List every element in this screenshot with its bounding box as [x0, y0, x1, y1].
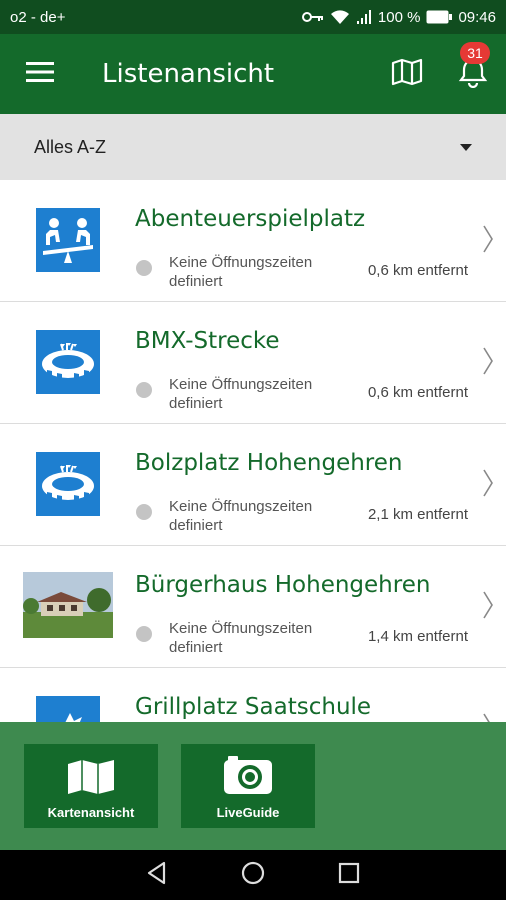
- liveguide-tile[interactable]: LiveGuide: [181, 744, 315, 828]
- status-bar: o2 - de+ 100 % 09:46: [0, 0, 506, 34]
- signal-icon: [356, 9, 372, 25]
- liveguide-label: LiveGuide: [216, 805, 280, 820]
- distance: 1,4 km entfernt: [367, 628, 468, 645]
- sort-dropdown[interactable]: Alles A-Z: [0, 114, 506, 180]
- list-item-title: Bürgerhaus Hohengehren: [135, 572, 431, 598]
- sort-value: Alles A-Z: [34, 136, 107, 157]
- carrier-label: o2 - de+: [10, 8, 66, 26]
- key-icon: [301, 10, 324, 24]
- list-item[interactable]: Abenteuerspielplatz Keine Öffnungszeiten…: [0, 180, 506, 302]
- list-item-title: BMX-Strecke: [135, 328, 280, 354]
- battery-label: 100 %: [377, 8, 421, 26]
- stadium-icon: [36, 330, 100, 394]
- chevron-right-icon: [482, 224, 494, 259]
- poi-list: Abenteuerspielplatz Keine Öffnungszeiten…: [0, 180, 506, 722]
- system-nav-bar: [0, 850, 506, 900]
- map-view-label: Kartenansicht: [47, 805, 135, 820]
- wifi-icon: [330, 9, 350, 25]
- chevron-right-icon: [482, 346, 494, 381]
- grill-icon: [36, 696, 100, 722]
- opening-hours: Keine Öffnungszeiten definiert: [169, 376, 313, 412]
- opening-hours: Keine Öffnungszeiten definiert: [169, 254, 313, 290]
- recents-icon[interactable]: [338, 862, 360, 889]
- folded-map-icon: [66, 758, 116, 805]
- opening-hours: Keine Öffnungszeiten definiert: [169, 620, 313, 656]
- status-dot: [136, 504, 152, 520]
- list-item-title: Abenteuerspielplatz: [135, 206, 366, 232]
- opening-hours: Keine Öffnungszeiten definiert: [169, 498, 313, 534]
- app-bar: Listenansicht 31: [0, 34, 506, 114]
- home-icon[interactable]: [240, 860, 266, 891]
- stadium-icon: [36, 452, 100, 516]
- dropdown-arrow-icon: [460, 143, 472, 151]
- page-title: Listenansicht: [102, 59, 275, 89]
- status-dot: [136, 260, 152, 276]
- map-icon: [391, 58, 423, 91]
- playground-icon: [36, 208, 100, 272]
- list-item-title: Grillplatz Saatschule: [135, 694, 372, 720]
- clock: 09:46: [458, 8, 496, 26]
- chevron-right-icon: [482, 590, 494, 625]
- list-item[interactable]: Bolzplatz Hohengehren Keine Öffnungszeit…: [0, 424, 506, 546]
- building-photo: [23, 572, 113, 638]
- bottom-panel: Kartenansicht LiveGuide: [0, 722, 506, 850]
- notifications-button[interactable]: 31: [440, 34, 506, 114]
- list-item[interactable]: BMX-Strecke Keine Öffnungszeiten definie…: [0, 302, 506, 424]
- hamburger-icon: [26, 61, 54, 87]
- status-dot: [136, 382, 152, 398]
- distance: 2,1 km entfernt: [367, 506, 468, 523]
- chevron-right-icon: [482, 712, 494, 722]
- notification-badge: 31: [460, 42, 490, 64]
- distance: 0,6 km entfernt: [367, 384, 468, 401]
- list-item[interactable]: Grillplatz Saatschule: [0, 668, 506, 722]
- map-view-tile[interactable]: Kartenansicht: [24, 744, 158, 828]
- back-icon[interactable]: [146, 861, 168, 890]
- status-dot: [136, 626, 152, 642]
- camera-icon: [222, 756, 274, 805]
- list-item[interactable]: Bürgerhaus Hohengehren Keine Öffnungszei…: [0, 546, 506, 668]
- distance: 0,6 km entfernt: [367, 262, 468, 279]
- chevron-right-icon: [482, 468, 494, 503]
- list-item-title: Bolzplatz Hohengehren: [135, 450, 403, 476]
- battery-icon: [426, 10, 453, 24]
- menu-button[interactable]: [0, 34, 80, 114]
- map-view-button[interactable]: [374, 34, 440, 114]
